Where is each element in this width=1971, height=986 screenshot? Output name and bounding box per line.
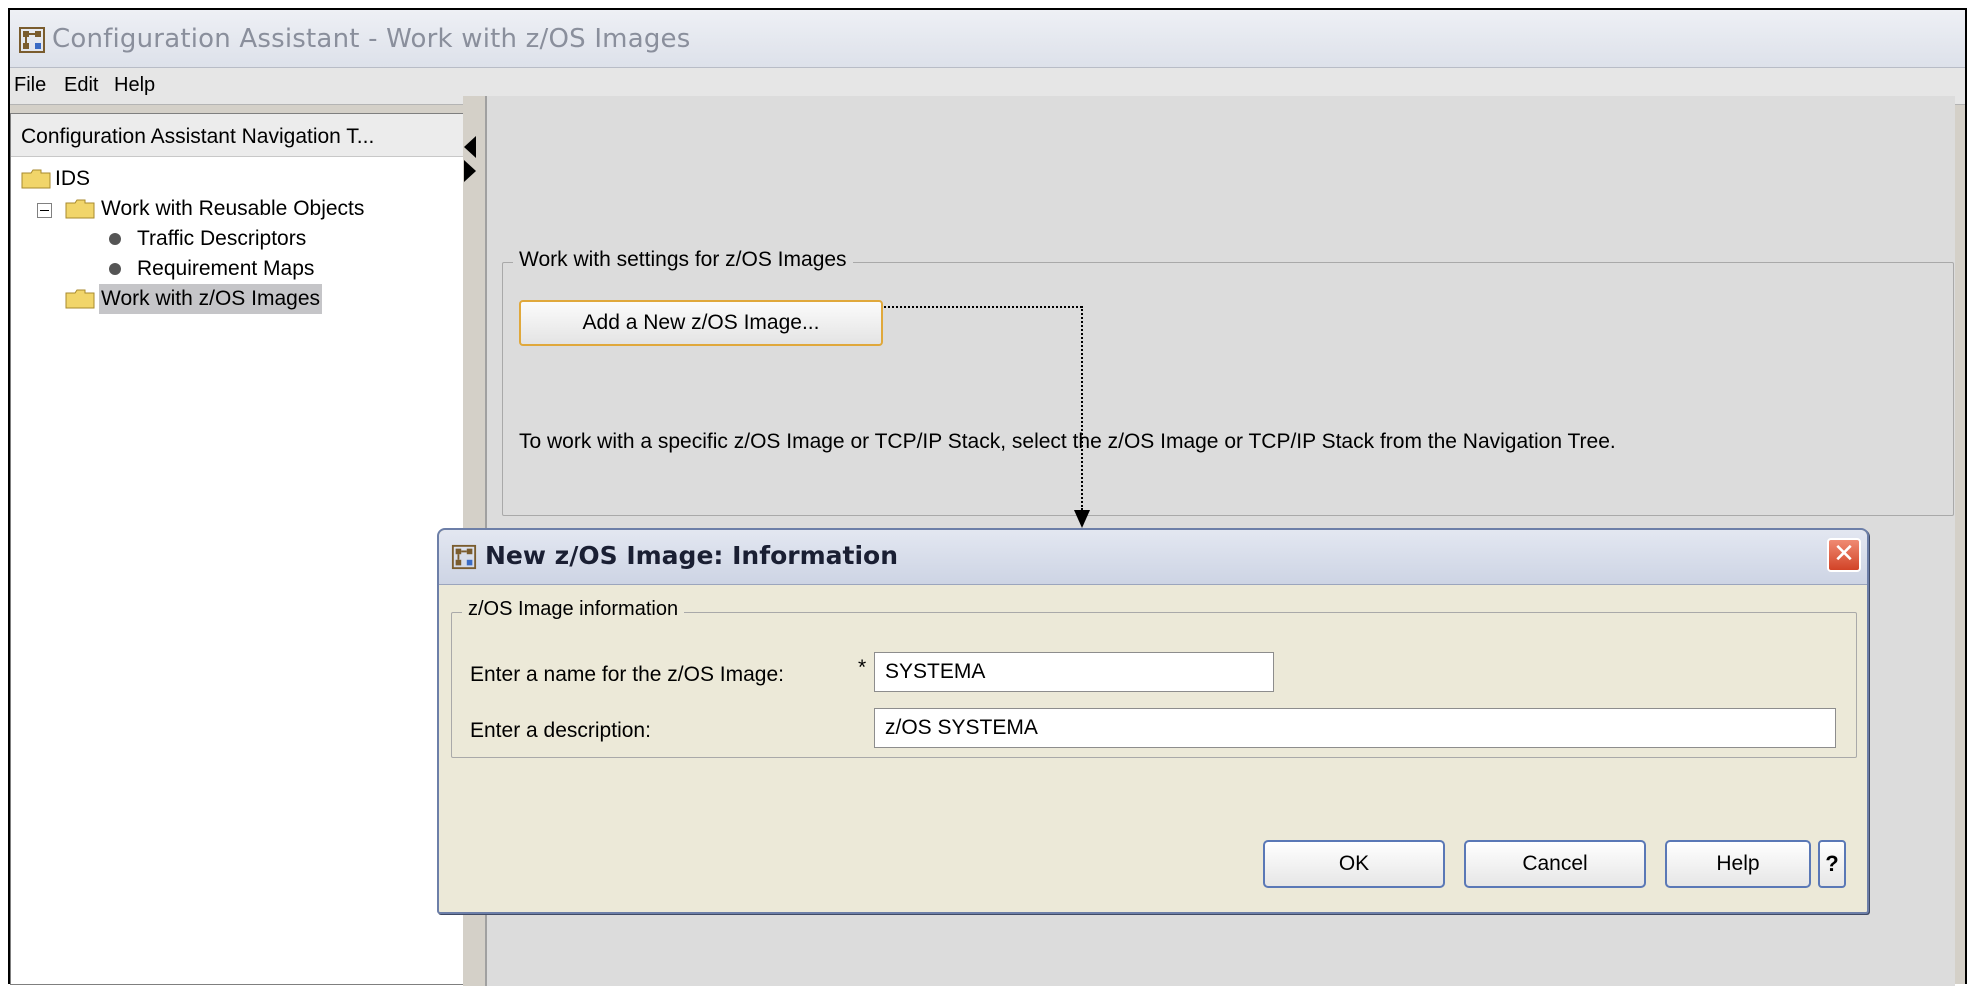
bullet-icon — [109, 263, 121, 275]
dialog-title: New z/OS Image: Information — [485, 541, 898, 570]
zos-image-name-field[interactable]: SYSTEMA — [874, 652, 1274, 692]
folder-icon — [65, 289, 95, 309]
dialog-title-bar[interactable]: New z/OS Image: Information ✕ — [439, 530, 1867, 585]
navigation-tree-panel: Configuration Assistant Navigation T... … — [10, 113, 472, 985]
required-marker: * — [858, 656, 867, 679]
tree-item-label: Requirement Maps — [137, 257, 315, 280]
name-field-label: Enter a name for the z/OS Image: — [470, 663, 784, 686]
bullet-icon — [109, 233, 121, 245]
description-field-label: Enter a description: — [470, 719, 651, 742]
collapse-icon[interactable] — [37, 203, 52, 218]
menu-help[interactable]: Help — [114, 74, 155, 97]
menu-file[interactable]: File — [14, 74, 46, 97]
context-help-button[interactable]: ? — [1818, 840, 1846, 888]
callout-arrowhead-icon — [1074, 510, 1090, 528]
add-zos-image-button[interactable]: Add a New z/OS Image... — [519, 300, 883, 346]
app-icon — [19, 27, 45, 53]
tree-item-label: Traffic Descriptors — [137, 227, 307, 250]
group-title: z/OS Image information — [462, 598, 685, 621]
navigation-tree-header: Configuration Assistant Navigation T... — [11, 114, 471, 157]
tree-item-label: Work with z/OS Images — [99, 284, 323, 314]
zos-image-description-field[interactable]: z/OS SYSTEMA — [874, 708, 1836, 748]
cancel-button[interactable]: Cancel — [1464, 840, 1646, 888]
collapse-left-arrow-icon[interactable] — [464, 136, 476, 158]
title-bar: Configuration Assistant - Work with z/OS… — [10, 10, 1965, 68]
callout-connector-line — [884, 306, 1082, 308]
tree-item-label: IDS — [55, 167, 91, 190]
app-icon — [451, 544, 477, 570]
folder-icon — [21, 169, 51, 189]
group-title: Work with settings for z/OS Images — [513, 248, 853, 272]
close-icon[interactable]: ✕ — [1827, 538, 1861, 572]
callout-connector-line — [1081, 306, 1083, 510]
menu-edit[interactable]: Edit — [64, 74, 98, 97]
window-title: Configuration Assistant - Work with z/OS… — [52, 24, 691, 54]
expand-right-arrow-icon[interactable] — [464, 160, 476, 182]
navigation-hint-text: To work with a specific z/OS Image or TC… — [519, 430, 1616, 453]
help-button[interactable]: Help — [1665, 840, 1811, 888]
navigation-tree-title: Configuration Assistant Navigation T... — [21, 125, 375, 148]
tree-item-label: Work with Reusable Objects — [101, 197, 365, 220]
folder-icon — [65, 199, 95, 219]
ok-button[interactable]: OK — [1263, 840, 1445, 888]
